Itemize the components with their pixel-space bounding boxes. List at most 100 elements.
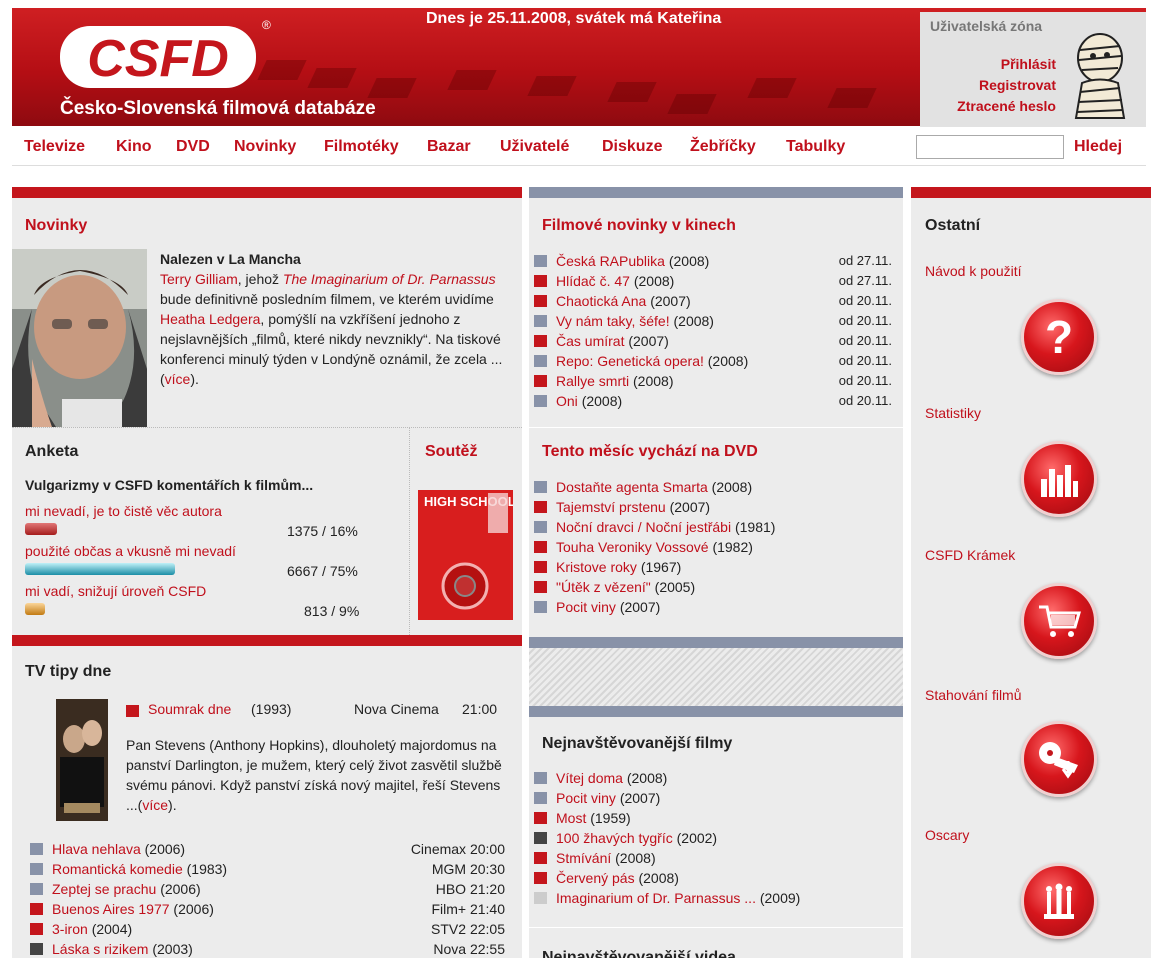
- nav-novinky[interactable]: Novinky: [234, 138, 296, 156]
- most-visited-item: Imaginarium of Dr. Parnassus ... (2009): [534, 888, 892, 908]
- most-visited-item: Pocit viny (2007): [534, 788, 892, 808]
- cinema-item-title[interactable]: Repo: Genetická opera!: [556, 353, 704, 369]
- csfd-logo[interactable]: CSFD: [60, 22, 260, 92]
- statistics-link[interactable]: Statistiky: [925, 405, 981, 421]
- tv-list-item: Romantická komedie (1983) MGM 20:30: [30, 859, 505, 879]
- tv-item-title[interactable]: Zeptej se prachu: [52, 881, 156, 897]
- most-visited-title[interactable]: Pocit viny: [556, 790, 616, 806]
- most-visited-item: 100 žhavých tygříc (2002): [534, 828, 892, 848]
- mummy-mascot-icon: [1074, 33, 1126, 119]
- news-film-link[interactable]: The Imaginarium of Dr. Parnassus: [283, 271, 496, 287]
- cinema-item-title[interactable]: Vy nám taky, šéfe!: [556, 313, 670, 329]
- news-poll-panel: Novinky Nalezen v La Mancha Terry Gillia…: [12, 187, 522, 635]
- csfd-shop-link[interactable]: CSFD Krámek: [925, 547, 1015, 563]
- other-column: Ostatní Návod k použití ? Statistiky CSF…: [911, 187, 1151, 958]
- cinema-item-title[interactable]: Čas umírat: [556, 333, 624, 349]
- poll-result-3: 813 / 9%: [304, 603, 360, 619]
- news-actor-link[interactable]: Heatha Ledgera: [160, 311, 260, 327]
- poll-bar-3: [25, 603, 45, 615]
- dvd-item-title[interactable]: Touha Veroniky Vossové: [556, 539, 709, 555]
- tv-item-title[interactable]: Romantická komedie: [52, 861, 183, 877]
- most-visited-item: Červený pás (2008): [534, 868, 892, 888]
- nav-kino[interactable]: Kino: [116, 138, 152, 156]
- manual-link[interactable]: Návod k použití: [925, 263, 1022, 279]
- cinema-item-title[interactable]: Česká RAPublika: [556, 253, 665, 269]
- tv-featured-title[interactable]: Soumrak dne: [148, 701, 231, 717]
- poll-bar-2: [25, 563, 175, 575]
- search-button[interactable]: Hledej: [1074, 138, 1122, 156]
- tv-item-title[interactable]: 3-iron: [52, 921, 88, 937]
- dvd-item-title[interactable]: Dostaňte agenta Smarta: [556, 479, 708, 495]
- dvd-item-title[interactable]: "Útěk z vězení": [556, 579, 651, 595]
- nav-televize[interactable]: Televize: [24, 138, 85, 156]
- news-photo[interactable]: [12, 249, 147, 427]
- contest-poster[interactable]: HIGH SCHOOL MUSICAL 3: [418, 490, 513, 620]
- tv-list: Hlava nehlava (2006) Cinemax 20:00 Romant…: [30, 839, 505, 958]
- nav-zebricky[interactable]: Žebříčky: [690, 138, 756, 156]
- dvd-list-item: Pocit viny (2007): [534, 597, 892, 617]
- most-visited-title[interactable]: Stmívání: [556, 850, 611, 866]
- most-visited-title[interactable]: 100 žhavých tygříc: [556, 830, 673, 846]
- most-visited-videos-heading: Nejnavštěvovanější videa: [542, 949, 736, 958]
- oscar-statue-icon[interactable]: [1021, 863, 1097, 939]
- most-visited-title[interactable]: Červený pás: [556, 870, 635, 886]
- tv-list-item: Láska s rizikem (2003) Nova 22:55: [30, 939, 505, 958]
- question-icon[interactable]: ?: [1021, 299, 1097, 375]
- cinema-list-item: Oni (2008) od 20.11.: [534, 391, 892, 411]
- dvd-list-item: "Útěk z vězení" (2005): [534, 577, 892, 597]
- nav-bazar[interactable]: Bazar: [427, 138, 471, 156]
- dvd-item-title[interactable]: Kristove roky: [556, 559, 637, 575]
- most-visited-title[interactable]: Vítej doma: [556, 770, 623, 786]
- dvd-list: Dostaňte agenta Smarta (2008) Tajemství …: [534, 477, 892, 617]
- poll-option-3[interactable]: mi vadí, snižují úroveň CSFD: [25, 583, 206, 599]
- nav-diskuze[interactable]: Diskuze: [602, 138, 662, 156]
- dvd-item-title[interactable]: Tajemství prstenu: [556, 499, 666, 515]
- tv-item-title[interactable]: Hlava nehlava: [52, 841, 141, 857]
- poll-option-1[interactable]: mi nevadí, je to čistě věc autora: [25, 503, 222, 519]
- tv-list-item: Hlava nehlava (2006) Cinemax 20:00: [30, 839, 505, 859]
- news-more-link[interactable]: více: [165, 371, 191, 387]
- other-heading: Ostatní: [925, 217, 981, 234]
- poll-result-2: 6667 / 75%: [287, 563, 358, 579]
- tv-item-title[interactable]: Láska s rizikem: [52, 941, 148, 957]
- most-visited-item: Vítej doma (2008): [534, 768, 892, 788]
- cinema-item-title[interactable]: Hlídač č. 47: [556, 273, 630, 289]
- poll-result-1: 1375 / 16%: [287, 523, 358, 539]
- tv-item-title[interactable]: Buenos Aires 1977: [52, 901, 170, 917]
- nav-filmoteky[interactable]: Filmotéky: [324, 138, 399, 156]
- register-link[interactable]: Registrovat: [979, 77, 1056, 93]
- cinema-list-item: Repo: Genetická opera! (2008) od 20.11.: [534, 351, 892, 371]
- nav-tabulky[interactable]: Tabulky: [786, 138, 845, 156]
- cinema-item-title[interactable]: Chaotická Ana: [556, 293, 646, 309]
- most-visited-title[interactable]: Imaginarium of Dr. Parnassus ...: [556, 890, 756, 906]
- dvd-item-title[interactable]: Pocit viny: [556, 599, 616, 615]
- dvd-list-item: Kristove roky (1967): [534, 557, 892, 577]
- search-input[interactable]: [916, 135, 1064, 159]
- cinema-list-item: Chaotická Ana (2007) od 20.11.: [534, 291, 892, 311]
- login-link[interactable]: Přihlásit: [1001, 56, 1056, 72]
- cinema-item-title[interactable]: Rallye smrti: [556, 373, 629, 389]
- tv-featured-time: 21:00: [462, 701, 498, 717]
- dvd-item-title[interactable]: Noční dravci / Noční jestřábi: [556, 519, 731, 535]
- dvd-list-item: Dostaňte agenta Smarta (2008): [534, 477, 892, 497]
- lost-password-link[interactable]: Ztracené heslo: [957, 98, 1056, 114]
- most-visited-title[interactable]: Most: [556, 810, 586, 826]
- dvd-list-item: Tajemství prstenu (2007): [534, 497, 892, 517]
- tv-featured-poster[interactable]: [56, 699, 108, 821]
- film-download-icon[interactable]: [1021, 721, 1097, 797]
- news-person-link[interactable]: Terry Gilliam: [160, 271, 238, 287]
- film-download-link[interactable]: Stahování filmů: [925, 687, 1022, 703]
- user-zone: Uživatelská zóna Přihlásit Registrovat Z…: [920, 12, 1146, 127]
- poll-question: Vulgarizmy v CSFD komentářích k filmům..…: [25, 477, 314, 493]
- oscars-link[interactable]: Oscary: [925, 827, 969, 843]
- bar-chart-icon[interactable]: [1021, 441, 1097, 517]
- cinema-list-item: Česká RAPublika (2008) od 27.11.: [534, 251, 892, 271]
- nav-dvd[interactable]: DVD: [176, 138, 210, 156]
- nav-uzivatele[interactable]: Uživatelé: [500, 138, 569, 156]
- shopping-cart-icon[interactable]: [1021, 583, 1097, 659]
- tv-featured-more-link[interactable]: více: [142, 797, 168, 813]
- most-visited-item: Most (1959): [534, 808, 892, 828]
- poll-option-2[interactable]: použité občas a vkusně mi nevadí: [25, 543, 236, 559]
- date-nameday-line: Dnes je 25.11.2008, svátek má Kateřina: [426, 10, 722, 27]
- cinema-item-title[interactable]: Oni: [556, 393, 578, 409]
